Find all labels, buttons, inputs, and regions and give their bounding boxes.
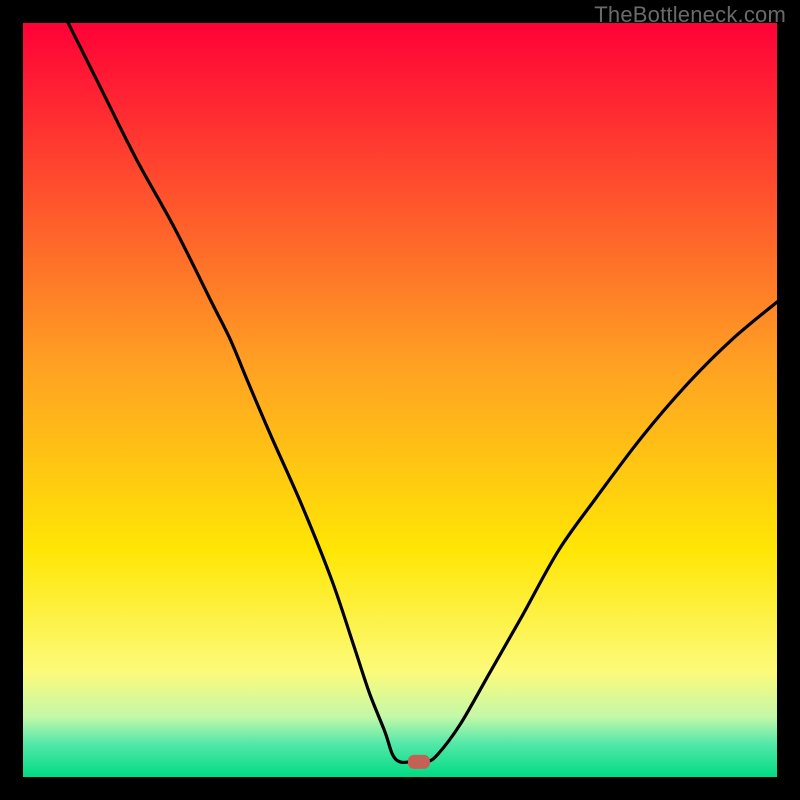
- watermark-label: TheBottleneck.com: [594, 2, 786, 28]
- optimal-marker: [408, 755, 430, 769]
- gradient-background: [23, 23, 777, 777]
- chart-frame: TheBottleneck.com: [0, 0, 800, 800]
- bottleneck-chart: [23, 23, 777, 777]
- plot-area: [23, 23, 777, 777]
